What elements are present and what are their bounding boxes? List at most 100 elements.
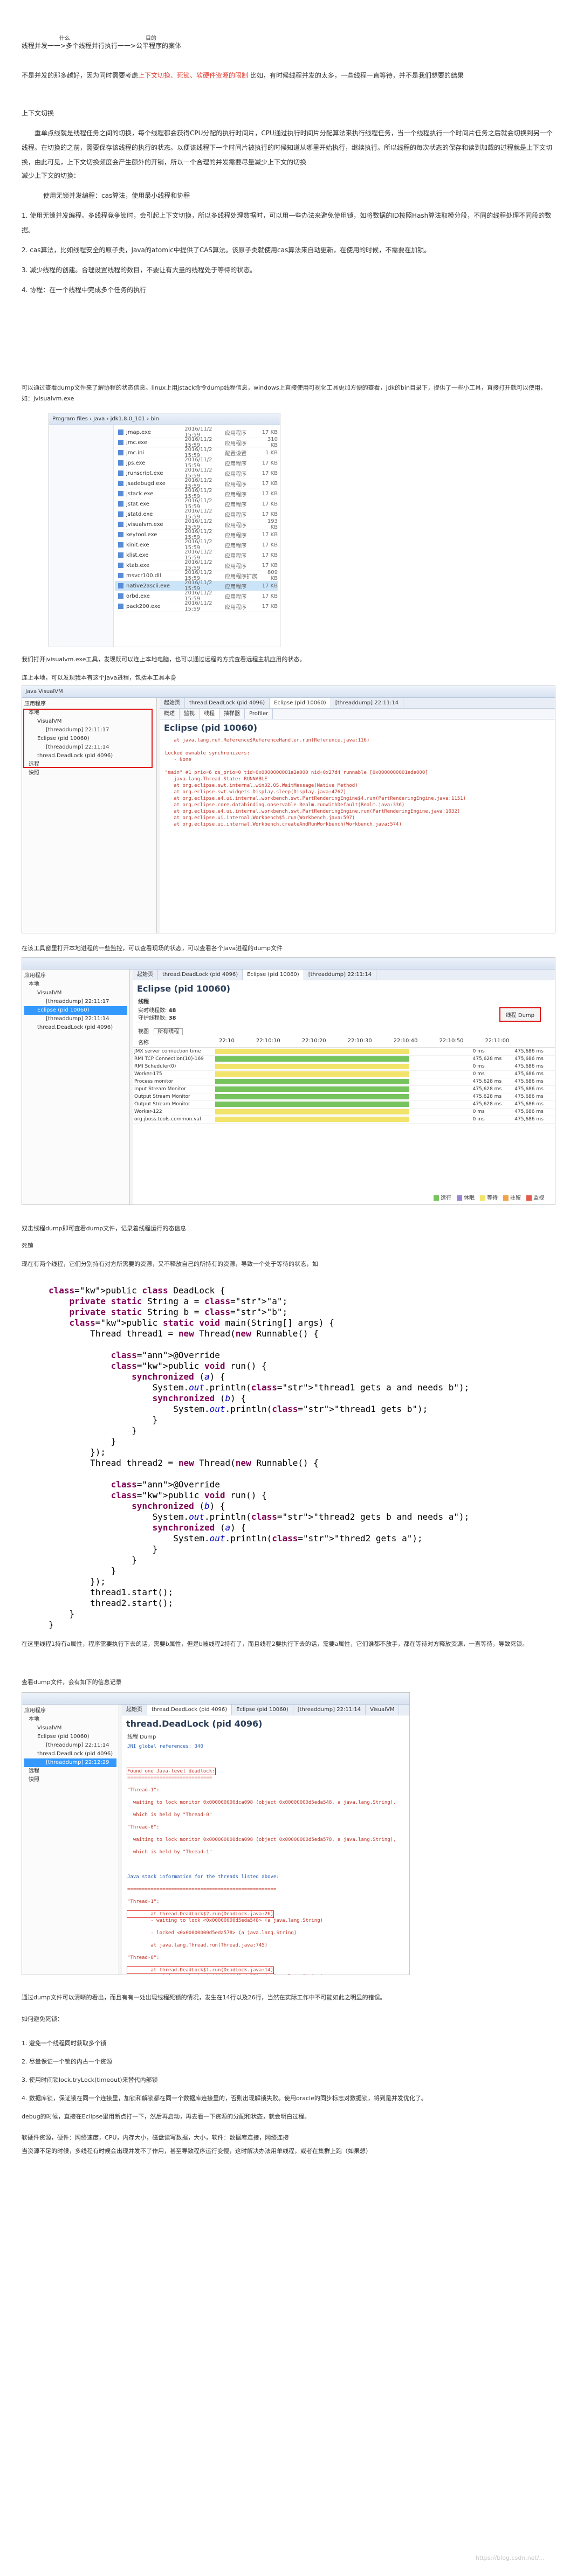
tree-node[interactable]: [threaddump] 22:11:14 <box>24 1015 127 1023</box>
dump-paragraph: 双击线程dump即可查看dump文件，记录着线程运行的态信息 <box>22 1225 187 1232</box>
tab[interactable]: thread.DeadLock (pid 4096) <box>147 1705 232 1715</box>
tab[interactable]: thread.DeadLock (pid 4096) <box>158 970 243 980</box>
thread-row[interactable]: org.jboss.tools.common.val 0 ms 475,686 ms <box>133 1116 555 1124</box>
timeline-tick: 22:11:00 <box>485 1038 510 1044</box>
tab[interactable]: 起始页 <box>160 698 185 708</box>
intro-text: 不是并发的那多越好，因为同时需要考虑 <box>22 72 139 79</box>
tab[interactable]: [threaddump] 22:11:14 <box>331 698 404 708</box>
subtab[interactable]: 线程 <box>200 709 219 719</box>
tab[interactable]: 起始页 <box>133 970 158 980</box>
final-paragraph: 当资源不足的时候，多线程有时候会出现并发不了作用，甚至导致程序运行变慢，这时解决… <box>22 2148 372 2155</box>
thread-row[interactable]: Output Stream Monitor 475,628 ms 475,686 m… <box>133 1100 555 1109</box>
dump-line: - None <box>165 757 191 763</box>
thread-state-bar <box>215 1116 409 1122</box>
tree-node[interactable]: thread.DeadLock (pid 4096) <box>24 1750 116 1758</box>
tree-node[interactable]: VisualVM <box>24 1724 116 1733</box>
after-code-paragraph: 在这里线程1持有a属性，程序需要执行下去的话，需要b属性，但是b被线程2持有了，… <box>22 1640 528 1647</box>
thread-row[interactable]: Worker-175 0 ms 475,686 ms <box>133 1070 555 1078</box>
deadlock-dump-line: at thread.DeadLock$2.run(DeadLock.java:2… <box>127 1910 274 1918</box>
tab[interactable]: [threaddump] 22:11:14 <box>304 970 377 980</box>
subtab[interactable]: Profiler <box>245 709 273 719</box>
tab[interactable]: VisualVM <box>366 1705 400 1715</box>
daemon-label: 守护线程数: <box>138 1015 167 1021</box>
file-name: jrunscript.exe <box>115 470 184 476</box>
intro-paragraph: 不是并发的那多越好，因为同时需要考虑上下文切换、死锁、软硬件资源的限制 比如，有… <box>22 69 555 82</box>
code-line: } <box>49 1619 54 1630</box>
vm3-app-tree: 应用程序 本地 VisualVM Eclipse (pid 10060) [th… <box>22 1705 119 1975</box>
vm2-main-pane: 起始页 thread.DeadLock (pid 4096) Eclipse (… <box>133 970 555 1204</box>
tree-node[interactable]: 远程 <box>24 1767 116 1776</box>
code-line: private static String b = class="str">"b… <box>69 1307 288 1317</box>
visualvm-eclipse-screenshot: Java VisualVM 应用程序 本地 VisualVM [threaddu… <box>22 685 555 933</box>
exe-icon <box>118 593 123 599</box>
deadlock-paragraph: 现在有两个线程，它们分别持有对方所需要的资源，又不释放自己的所持有的资源，导致一… <box>22 1261 318 1268</box>
thread-row[interactable]: Worker-122 0 ms 475,686 ms <box>133 1108 555 1116</box>
timeline-header: 名称 22:10 22:10:10 22:10:20 22:10:30 22:10:40… <box>133 1037 555 1048</box>
subtab[interactable]: 监视 <box>180 709 200 719</box>
tree-node[interactable]: 快照 <box>24 769 154 778</box>
thread-dump-button[interactable]: 线程 Dump <box>499 1007 541 1022</box>
thread-total-time: 475,686 ms <box>513 1063 555 1071</box>
tree-node[interactable]: 本地 <box>24 980 127 989</box>
tree-node[interactable]: [threaddump] 22:11:17 <box>24 998 127 1006</box>
view-select[interactable]: 所有线程 <box>154 1028 183 1035</box>
file-date: 2016/11/2 15:59 <box>184 600 212 612</box>
tree-node[interactable]: thread.DeadLock (pid 4096) <box>24 1023 127 1032</box>
code-line: class="kw">public void run() { <box>111 1490 267 1500</box>
tree-node-selected[interactable]: Eclipse (pid 10060) <box>24 1006 127 1015</box>
code-line: class="kw">public class DeadLock { <box>49 1285 225 1296</box>
tree-node[interactable]: 应用程序 <box>24 972 127 980</box>
tab[interactable]: Eclipse (pid 10060) <box>270 698 331 708</box>
tab[interactable]: [threaddump] 22:11:14 <box>293 1705 366 1715</box>
thread-row[interactable]: JMX server connection time 0 ms 475,686 ms <box>133 1048 555 1056</box>
tree-node[interactable]: 应用程序 <box>24 1707 116 1715</box>
thread-row[interactable]: RMI TCP Connection(10)-169 475,628 ms 475,… <box>133 1055 555 1063</box>
file-size: 17 KB <box>262 542 278 548</box>
explorer-path: Program files › Java › jdk1.8.0_101 › bi… <box>52 416 159 422</box>
timeline-tick: 22:10:50 <box>439 1038 464 1044</box>
thread-running-time: 475,628 ms <box>471 1055 513 1063</box>
deadlock-dump-line: JNI global references: 340 <box>127 1744 203 1749</box>
name-column-header: 名称 <box>138 1040 149 1046</box>
tree-node[interactable]: 应用程序 <box>24 700 154 709</box>
code-line: Thread thread1 = new Thread(new Runnable… <box>49 1328 319 1339</box>
thread-row[interactable]: Process monitor 475,628 ms 475,686 ms <box>133 1078 555 1086</box>
tree-node[interactable]: [threaddump] 22:11:14 <box>24 1741 116 1750</box>
file-type: 应用程序 <box>225 461 247 467</box>
tree-node[interactable]: 快照 <box>24 1776 116 1784</box>
tree-node[interactable]: 本地 <box>24 1715 116 1724</box>
deadlock-dump-line: at java.lang.Thread.run(Thread.java:745) <box>127 1943 268 1948</box>
watermark: https://blog.csdn.net/... <box>475 2554 545 2561</box>
file-size: 17 KB <box>262 593 278 599</box>
file-name: kinit.exe <box>115 542 184 548</box>
tab[interactable]: thread.DeadLock (pid 4096) <box>185 698 270 708</box>
thread-row[interactable]: RMI Scheduler(0) 0 ms 475,686 ms <box>133 1063 555 1071</box>
file-size: 193 KB <box>267 518 278 530</box>
tab[interactable]: Eclipse (pid 10060) <box>232 1705 293 1715</box>
thread-running-time: 0 ms <box>471 1048 513 1056</box>
thread-total-time: 475,686 ms <box>513 1100 555 1109</box>
dump-line: "main" #1 prio=6 os_prio=0 tid=0x0000000… <box>165 770 428 775</box>
tab[interactable]: 起始页 <box>122 1705 147 1715</box>
tree-node[interactable]: Eclipse (pid 10060) <box>24 1733 116 1741</box>
thread-running-time: 475,628 ms <box>471 1100 513 1109</box>
file-row[interactable]: pack200.exe 2016/11/2 15:59 应用程序 17 KB <box>115 600 278 612</box>
file-size: 17 KB <box>262 603 278 610</box>
tree-node-selected[interactable]: [threaddump] 22:12:29 <box>24 1758 116 1767</box>
title-text: 线程并发一一>多个线程并行执行一一>公平程序的案体 <box>22 42 182 50</box>
deadlock-java-code: class="kw">public class DeadLock { priva… <box>49 1285 469 1630</box>
tab[interactable]: Eclipse (pid 10060) <box>243 970 304 980</box>
file-type: 应用程序 <box>225 481 247 488</box>
ctx-heading: 上下文切换 <box>22 109 54 117</box>
reduce-heading: 减少上下文的切换： <box>22 172 80 179</box>
tree-node[interactable]: VisualVM <box>24 989 127 998</box>
thread-row[interactable]: Input Stream Monitor 475,628 ms 475,686 ms <box>133 1085 555 1093</box>
file-type: 应用程序 <box>225 471 247 477</box>
subtab[interactable]: 抽样器 <box>219 709 245 719</box>
vm2-view-row: 视图 所有线程 <box>133 1024 555 1037</box>
code-line: synchronized (a) { <box>152 1522 246 1533</box>
thread-row[interactable]: Output Stream Monitor 475,628 ms 475,686 m… <box>133 1093 555 1101</box>
subtab[interactable]: 概述 <box>160 709 180 719</box>
